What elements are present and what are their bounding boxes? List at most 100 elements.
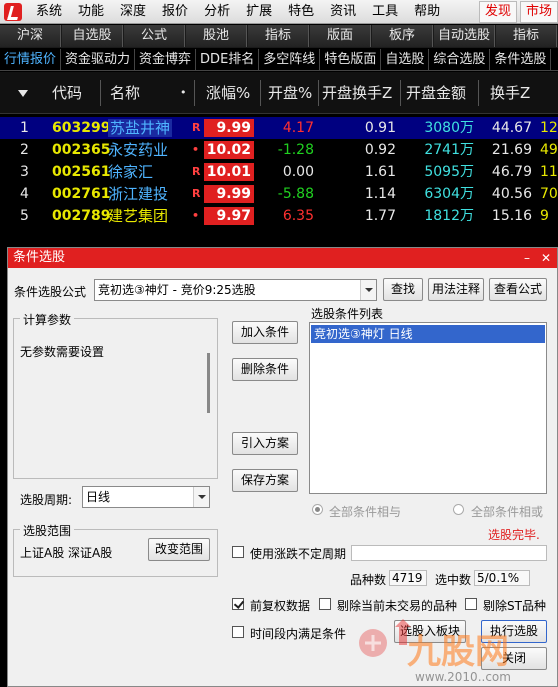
exclude-untraded-checkbox[interactable] (319, 598, 331, 610)
menu-item[interactable]: 扩展 (238, 0, 280, 24)
header-open-turnover[interactable]: 开盘换手Z (322, 72, 392, 114)
truncated-column: 49 (540, 142, 558, 158)
open-amount: 2741万 (424, 142, 474, 158)
radio-all-or-label: 全部条件相或 (471, 505, 544, 519)
params-scrollbar[interactable] (207, 353, 210, 413)
table-row[interactable]: 3 002561徐家汇 R10.01 0.00 1.61 5095万 46.79 118 (0, 161, 558, 183)
change-range-button[interactable]: 改变范围 (148, 538, 210, 561)
menu-item[interactable]: 资讯 (322, 0, 364, 24)
table-header: 代码 名称 • 涨幅% 开盘% 开盘换手Z 开盘金额 换手Z (0, 72, 558, 114)
tab[interactable]: DDE排名 (196, 49, 260, 70)
params-group-title: 计算参数 (20, 311, 75, 328)
header-open[interactable]: 开盘% (268, 72, 312, 114)
tab[interactable]: 自选股 (381, 49, 430, 70)
turnover: 44.67 (491, 120, 532, 136)
menu-item[interactable]: 系统 (28, 0, 70, 24)
watermark-logo: 九股网 www.2010..com (355, 605, 555, 687)
close-icon[interactable]: ✕ (538, 250, 554, 266)
open-percent: 0.00 (282, 164, 314, 180)
find-button[interactable]: 查找 (383, 278, 423, 301)
table-row[interactable]: 1 603299苏盐井神 R9.99 4.17 0.91 3080万 44.67 125 (0, 117, 558, 139)
menu-item[interactable]: 深度 (112, 0, 154, 24)
table-row[interactable]: 5 002789 建艺集团 • 9.97 6.35 1.77 1812万 15.16 9 (0, 205, 558, 227)
toolbar-button[interactable]: 板序 (372, 25, 433, 47)
table-row[interactable]: 4 002761 浙江建投 R 9.99 -5.88 1.14 6304万 40.56 70 (0, 183, 558, 205)
row-index: 1 (20, 120, 29, 136)
tab[interactable]: 行情报价 (0, 49, 62, 70)
header-change[interactable]: 涨幅% (206, 72, 250, 114)
menu-item[interactable]: 帮助 (406, 0, 448, 24)
condition-list[interactable]: 竞初选③神灯 日线 (309, 322, 547, 494)
toolbar-button[interactable]: 版面 (310, 25, 371, 47)
app-logo-icon[interactable] (4, 2, 22, 21)
header-code[interactable]: 代码 (52, 72, 82, 114)
header-name-dot: • (180, 86, 187, 99)
radio-all-and[interactable] (312, 504, 323, 515)
change-percent: 10.01 (204, 163, 254, 181)
menu-item[interactable]: 功能 (70, 0, 112, 24)
open-turnover: 0.92 (364, 142, 396, 158)
tab[interactable]: 资金驱动力 (61, 49, 136, 70)
view-formula-button[interactable]: 查看公式 (489, 278, 547, 301)
stock-name: 永安药业 (108, 139, 168, 161)
period-select[interactable]: 日线 (82, 486, 210, 508)
menu-item[interactable]: 特色 (280, 0, 322, 24)
header-open-amount[interactable]: 开盘金额 (406, 72, 466, 114)
chevron-down-icon[interactable] (193, 487, 209, 507)
open-percent: -1.28 (277, 142, 314, 158)
table-row[interactable]: 2 002365 永安药业 • 10.02 -1.28 0.92 2741万 21.69 49 (0, 139, 558, 161)
uncertain-period-field[interactable] (351, 545, 547, 561)
market-button[interactable]: 市场 (519, 1, 558, 23)
toolbar-button[interactable]: 股池 (186, 25, 247, 47)
header-turnover[interactable]: 换手Z (490, 72, 530, 114)
tab[interactable]: 多空阵线 (259, 49, 321, 70)
time-range-checkbox[interactable] (232, 626, 244, 638)
adjust-data-checkbox[interactable] (232, 598, 244, 610)
radio-all-and-label: 全部条件相与 (329, 505, 402, 519)
stock-code: 002761 (52, 186, 111, 202)
change-percent: 9.99 (204, 185, 254, 203)
turnover: 21.69 (491, 142, 532, 158)
header-name[interactable]: 名称 (110, 72, 140, 114)
condition-list-label: 选股条件列表 (311, 307, 384, 321)
time-range-label: 时间段内满足条件 (250, 627, 347, 641)
delete-condition-button[interactable]: 删除条件 (232, 358, 298, 381)
toolbar-button[interactable]: 指标 (496, 25, 557, 47)
usage-notes-button[interactable]: 用法注释 (428, 278, 484, 301)
import-scheme-button[interactable]: 引入方案 (232, 432, 298, 455)
stock-flag: R (192, 165, 201, 178)
params-group: 计算参数 无参数需要设置 (13, 311, 218, 479)
sort-arrow-icon[interactable] (18, 90, 28, 97)
header-divider (318, 80, 319, 106)
truncated-column: 70 (540, 186, 558, 202)
discover-button[interactable]: 发现 (478, 1, 517, 23)
menu-item[interactable]: 报价 (154, 0, 196, 24)
tab[interactable]: 资金博弈 (135, 49, 197, 70)
formula-select[interactable]: 竞初选③神灯 - 竞价9:25选股 (94, 279, 377, 301)
row-index: 5 (20, 208, 29, 224)
save-scheme-button[interactable]: 保存方案 (232, 469, 298, 492)
tab[interactable]: 综合选股 (429, 49, 491, 70)
tab[interactable]: 条件选股 (490, 49, 552, 70)
toolbar-button[interactable]: 自动选股 (434, 25, 495, 47)
toolbar-button[interactable]: 指标 (248, 25, 309, 47)
toolbar-button[interactable]: 公式 (124, 25, 185, 47)
formula-value: 竞初选③神灯 - 竞价9:25选股 (98, 283, 256, 297)
tab[interactable]: 特色版面 (320, 49, 382, 70)
menu-item[interactable]: 工具 (364, 0, 406, 24)
stock-name-text: 苏盐井神 (108, 119, 173, 137)
minimize-icon[interactable]: – (519, 250, 535, 266)
menu-item[interactable]: 分析 (196, 0, 238, 24)
stock-name: 浙江建投 (108, 183, 168, 205)
toolbar-button[interactable]: 自选股 (62, 25, 123, 47)
condition-list-item[interactable]: 竞初选③神灯 日线 (311, 325, 545, 343)
radio-all-or[interactable] (453, 504, 464, 515)
count-value: 4719 (389, 570, 427, 586)
chevron-down-icon[interactable] (360, 280, 376, 300)
dialog-title: 条件选股 (13, 250, 66, 265)
stock-name-text: 浙江建投 (108, 185, 169, 203)
uncertain-period-checkbox[interactable] (232, 546, 244, 558)
toolbar-button[interactable]: 沪深 (0, 25, 61, 47)
truncated-column: 125 (540, 120, 558, 136)
add-condition-button[interactable]: 加入条件 (232, 321, 298, 344)
